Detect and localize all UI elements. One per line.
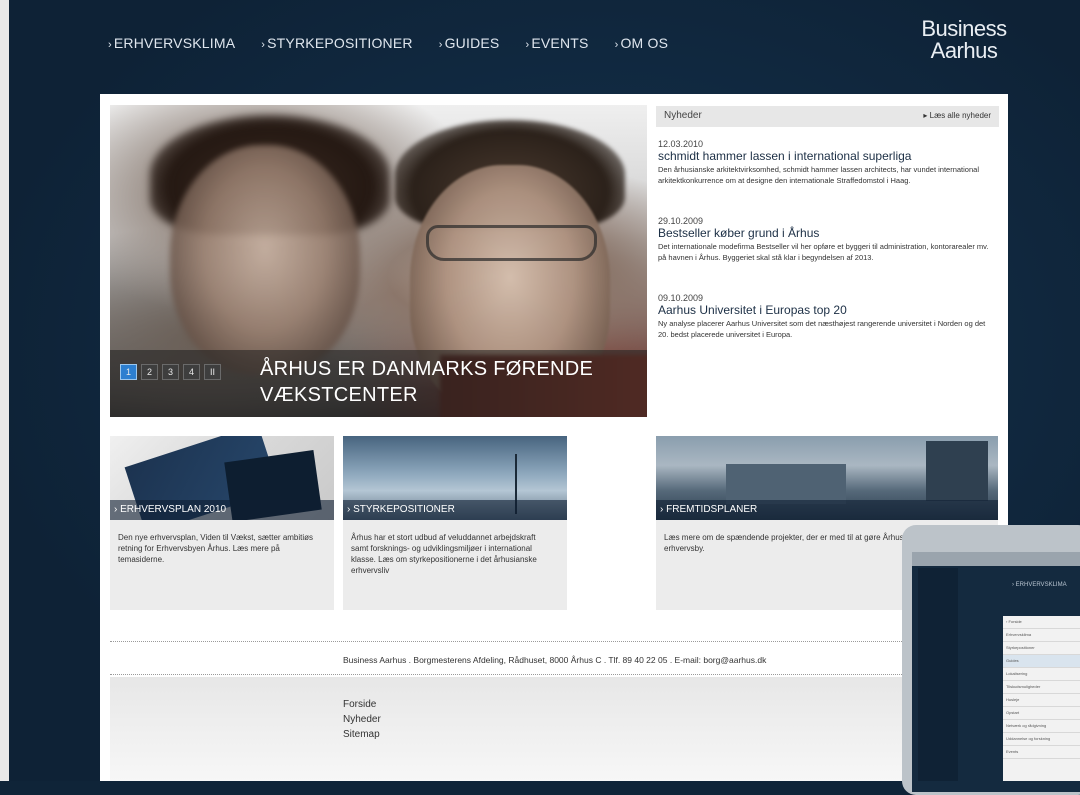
hero-photo-detail — [170, 145, 360, 375]
news-summary: Ny analyse placerer Aarhus Universitet s… — [658, 319, 986, 339]
feature-box-label[interactable]: › FREMTIDSPLANER — [656, 500, 998, 520]
feature-box-label[interactable]: › STYRKEPOSITIONER — [343, 500, 567, 520]
slide-button-2[interactable]: 2 — [141, 364, 158, 380]
news-title-link[interactable]: Aarhus Universitet i Europas top 20 — [658, 303, 993, 317]
chevron-right-icon: › — [108, 39, 112, 51]
news-date: 29.10.2009 — [658, 216, 704, 226]
slide-button-4[interactable]: 4 — [183, 364, 200, 380]
news-title-link[interactable]: Bestseller køber grund i Århus — [658, 226, 993, 240]
device-menu-item: Erhvervsklima — [1003, 629, 1080, 642]
news-date: 09.10.2009 — [658, 293, 704, 303]
feature-box-text: Den nye erhvervsplan, Viden til Vækst, s… — [118, 533, 314, 564]
footer-link-nyheder[interactable]: Nyheder — [343, 714, 381, 725]
device-toolbar — [912, 552, 1080, 566]
feature-box-text: Århus har et stort udbud af veluddannet … — [351, 533, 537, 575]
chevron-right-icon: › — [438, 39, 443, 51]
slide-button-3[interactable]: 3 — [162, 364, 179, 380]
hero-title: ÅRHUS ER DANMARKS FØRENDE VÆKSTCENTER — [260, 358, 594, 406]
window-left-edge — [0, 0, 9, 781]
device-menu: › Forside Erhvervsklima Styrkepositioner… — [1003, 616, 1080, 781]
feature-box-label[interactable]: › ERHVERVSPLAN 2010 — [110, 500, 334, 520]
news-summary: Den århusianske arkitektvirksomhed, schm… — [658, 165, 979, 185]
news-header: Nyheder ▸ Læs alle nyheder — [656, 106, 999, 127]
nav-item-om-os[interactable]: › OM OS — [615, 35, 669, 51]
footer-area — [110, 677, 998, 781]
device-menu-item: Events — [1003, 746, 1080, 759]
hero-photo-detail — [426, 225, 597, 261]
news-title-link[interactable]: schmidt hammer lassen i international su… — [658, 149, 993, 163]
top-navigation: › ERHVERVSKLIMA › STYRKEPOSITIONER › GUIDES… — [108, 35, 694, 51]
chevron-right-icon: › — [614, 39, 619, 51]
news-date: 12.03.2010 — [658, 139, 704, 149]
device-nav-text: › ERHVERVSKLIMA — [1012, 582, 1067, 588]
device-menu-item: Uddannelse og forskning — [1003, 733, 1080, 746]
device-menu-item: Tilskudsmuligheder — [1003, 681, 1080, 694]
news-item: 09.10.2009 Aarhus Universitet i Europas … — [658, 293, 993, 340]
news-item: 29.10.2009 Bestseller køber grund i Århu… — [658, 216, 993, 263]
all-news-link[interactable]: ▸ Læs alle nyheder — [923, 111, 991, 120]
device-menu-item: Lokalisering — [1003, 668, 1080, 681]
footer-contact: Business Aarhus . Borgmesterens Afdeling… — [343, 655, 767, 665]
device-menu-item: › Forside — [1003, 616, 1080, 629]
pause-icon[interactable]: II — [204, 364, 221, 380]
device-menu-item: Netværk og rådgivning — [1003, 720, 1080, 733]
footer-link-sitemap[interactable]: Sitemap — [343, 729, 380, 740]
device-menu-item: Opstart — [1003, 707, 1080, 720]
nav-item-guides[interactable]: › GUIDES — [439, 35, 500, 51]
building-graphic — [926, 441, 988, 501]
hero-slideshow[interactable]: 1 2 3 4 II ÅRHUS ER DANMARKS FØRENDE VÆK… — [110, 105, 647, 417]
news-item: 12.03.2010 schmidt hammer lassen i inter… — [658, 139, 993, 186]
footer-link-forside[interactable]: Forside — [343, 699, 376, 710]
building-graphic — [726, 464, 846, 504]
chevron-right-icon: › — [261, 39, 266, 51]
nav-item-styrkepositioner[interactable]: › STYRKEPOSITIONER — [261, 35, 412, 51]
device-menu-item: Husleje — [1003, 694, 1080, 707]
device-menu-item: Styrkepositioner — [1003, 642, 1080, 655]
news-summary: Det internationale modefirma Bestseller … — [658, 242, 989, 262]
nav-item-events[interactable]: › EVENTS — [525, 35, 588, 51]
feature-box-erhvervsplan[interactable]: › ERHVERVSPLAN 2010 Den nye erhvervsplan… — [110, 436, 334, 610]
slide-button-1[interactable]: 1 — [120, 364, 137, 380]
nav-item-erhvervsklima[interactable]: › ERHVERVSKLIMA — [108, 35, 235, 51]
feature-box-styrkepositioner[interactable]: › STYRKEPOSITIONER Århus har et stort ud… — [343, 436, 567, 610]
slide-pagination: 1 2 3 4 II — [120, 364, 221, 380]
business-aarhus-logo[interactable]: Business Aarhus — [918, 18, 1010, 62]
device-menu-item: Guides — [1003, 655, 1080, 668]
device-sidebar — [918, 568, 958, 781]
chevron-right-icon: › — [525, 39, 530, 51]
footer-divider — [110, 674, 998, 675]
news-heading: Nyheder — [664, 110, 702, 121]
footer-divider — [110, 641, 998, 642]
